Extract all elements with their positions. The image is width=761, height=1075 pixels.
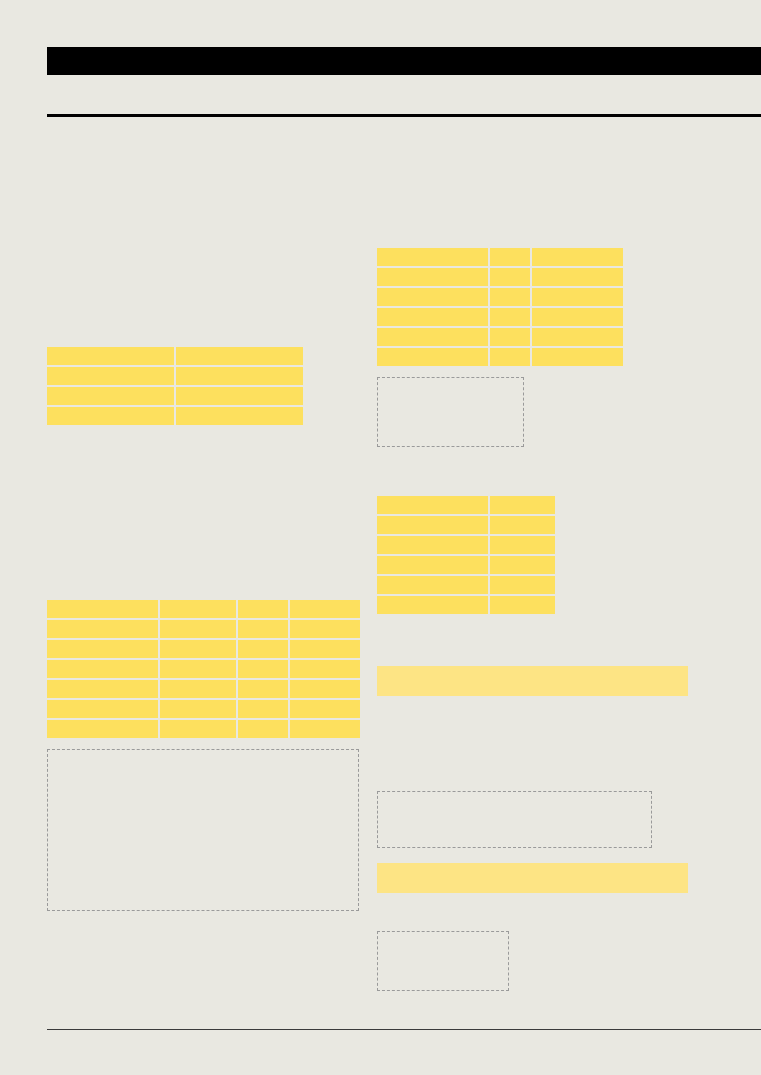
table-cell xyxy=(377,348,488,366)
table-cell xyxy=(176,387,303,405)
header-rule xyxy=(47,114,761,117)
table-cell xyxy=(290,680,360,698)
table-cell xyxy=(160,720,236,738)
table-cell xyxy=(490,348,530,366)
table-b xyxy=(47,600,360,738)
table-cell xyxy=(160,680,236,698)
table-d xyxy=(377,496,555,614)
table-cell xyxy=(377,268,488,286)
table-cell xyxy=(532,268,623,286)
placeholder-box xyxy=(377,377,524,447)
table-cell xyxy=(47,660,158,678)
table-cell xyxy=(377,576,488,594)
table-cell xyxy=(160,600,236,618)
table-cell xyxy=(160,620,236,638)
table-cell xyxy=(238,660,288,678)
table-cell xyxy=(47,600,158,618)
table-cell xyxy=(532,288,623,306)
table-cell xyxy=(290,700,360,718)
table-cell xyxy=(532,328,623,346)
table-cell xyxy=(47,387,174,405)
placeholder-box xyxy=(377,931,509,991)
table-cell xyxy=(176,347,303,365)
table-cell xyxy=(290,600,360,618)
table-cell xyxy=(377,596,488,614)
table-cell xyxy=(160,640,236,658)
table-cell xyxy=(47,367,174,385)
table-cell xyxy=(490,328,530,346)
table-cell xyxy=(532,308,623,326)
table-cell xyxy=(47,640,158,658)
table-cell xyxy=(290,660,360,678)
table-cell xyxy=(490,596,555,614)
table-cell xyxy=(377,496,488,514)
table-cell xyxy=(532,348,623,366)
table-cell xyxy=(377,516,488,534)
table-a xyxy=(47,347,303,425)
table-cell xyxy=(238,640,288,658)
callout-band xyxy=(377,863,688,893)
table-cell xyxy=(47,680,158,698)
table-cell xyxy=(290,720,360,738)
table-cell xyxy=(238,600,288,618)
table-c xyxy=(377,248,623,366)
table-cell xyxy=(176,367,303,385)
table-cell xyxy=(160,660,236,678)
header-bar xyxy=(47,47,761,75)
table-cell xyxy=(47,620,158,638)
footer-rule xyxy=(47,1029,761,1030)
table-cell xyxy=(47,700,158,718)
table-cell xyxy=(377,328,488,346)
table-cell xyxy=(377,536,488,554)
table-cell xyxy=(47,347,174,365)
table-cell xyxy=(176,407,303,425)
table-cell xyxy=(490,248,530,266)
table-cell xyxy=(490,536,555,554)
table-cell xyxy=(238,620,288,638)
placeholder-box xyxy=(47,749,359,911)
table-cell xyxy=(47,720,158,738)
placeholder-box xyxy=(377,791,652,848)
table-cell xyxy=(490,308,530,326)
callout-band xyxy=(377,666,688,696)
table-cell xyxy=(160,700,236,718)
table-cell xyxy=(290,640,360,658)
table-cell xyxy=(490,576,555,594)
table-cell xyxy=(490,268,530,286)
table-cell xyxy=(238,680,288,698)
table-cell xyxy=(490,288,530,306)
table-cell xyxy=(377,288,488,306)
table-cell xyxy=(490,496,555,514)
table-cell xyxy=(377,308,488,326)
table-cell xyxy=(238,720,288,738)
table-cell xyxy=(532,248,623,266)
table-cell xyxy=(490,556,555,574)
table-cell xyxy=(490,516,555,534)
table-cell xyxy=(290,620,360,638)
table-cell xyxy=(377,556,488,574)
table-cell xyxy=(47,407,174,425)
table-cell xyxy=(377,248,488,266)
table-cell xyxy=(238,700,288,718)
